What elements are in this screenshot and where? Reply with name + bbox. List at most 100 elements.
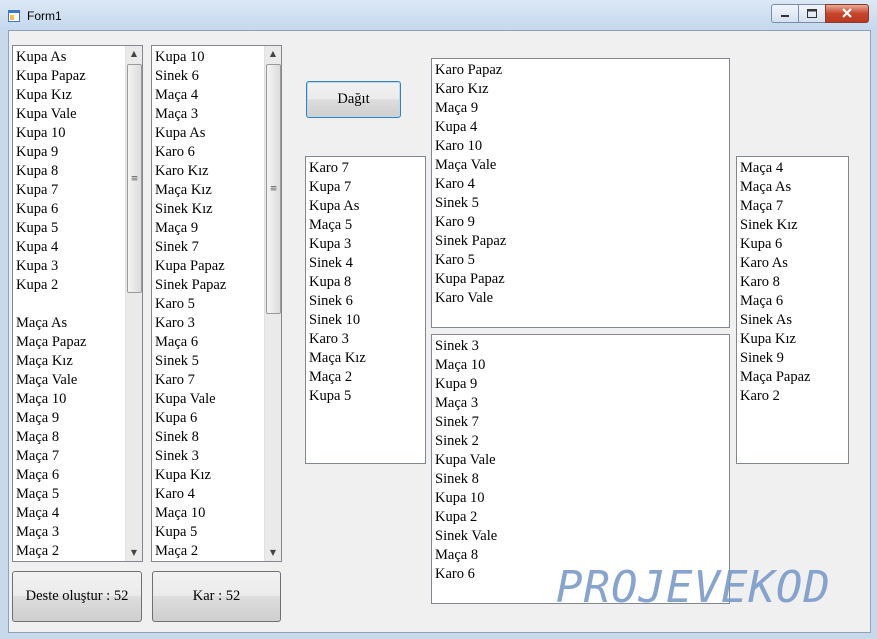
- player-left-card[interactable]: Maça Kız: [309, 349, 425, 368]
- close-button[interactable]: [825, 4, 869, 23]
- deal-button[interactable]: Dağıt: [306, 81, 401, 118]
- player-bottom-card[interactable]: Maça 3: [435, 394, 729, 413]
- player-right-card[interactable]: Karo 2: [740, 387, 848, 406]
- deck-list-item[interactable]: Maça 4: [16, 504, 142, 523]
- player-right-card[interactable]: Maça As: [740, 178, 848, 197]
- player-left-card[interactable]: Kupa As: [309, 197, 425, 216]
- shuffled-list-item[interactable]: Maça 9: [155, 219, 281, 238]
- player-top-card[interactable]: Karo 5: [435, 251, 729, 270]
- shuffled-list-item[interactable]: Kupa Papaz: [155, 257, 281, 276]
- deck-list-item[interactable]: Kupa 6: [16, 200, 142, 219]
- scroll-down-arrow-icon[interactable]: ▼: [265, 545, 281, 561]
- deck-list-item[interactable]: [16, 295, 142, 314]
- deck-list-item[interactable]: Kupa 7: [16, 181, 142, 200]
- deck-list-item[interactable]: Maça 9: [16, 409, 142, 428]
- player-bottom-card[interactable]: Kupa Vale: [435, 451, 729, 470]
- player-left-card[interactable]: Sinek 10: [309, 311, 425, 330]
- deck-list-item[interactable]: Maça 5: [16, 485, 142, 504]
- player-top-card[interactable]: Sinek Papaz: [435, 232, 729, 251]
- player-top-card[interactable]: Karo 4: [435, 175, 729, 194]
- player-left-card[interactable]: Kupa 3: [309, 235, 425, 254]
- shuffled-list-item[interactable]: Sinek 7: [155, 238, 281, 257]
- shuffled-list-item[interactable]: Kupa 5: [155, 523, 281, 542]
- player-left-card[interactable]: Karo 3: [309, 330, 425, 349]
- player-right-card[interactable]: Sinek Kız: [740, 216, 848, 235]
- shuffled-list-item[interactable]: Karo 7: [155, 371, 281, 390]
- player-top-card[interactable]: Karo Vale: [435, 289, 729, 308]
- shuffled-list-item[interactable]: Maça 3: [155, 105, 281, 124]
- shuffled-list-item[interactable]: Sinek Papaz: [155, 276, 281, 295]
- shuffled-list-item[interactable]: Kupa 6: [155, 409, 281, 428]
- player-bottom-card[interactable]: Kupa 9: [435, 375, 729, 394]
- shuffled-listbox[interactable]: Kupa 10 Sinek 6 Maça 4 Maça 3 Kupa As Karo 6K…: [151, 45, 282, 562]
- deck-list-item[interactable]: Maça Papaz: [16, 333, 142, 352]
- player-left-card[interactable]: Karo 7: [309, 159, 425, 178]
- deck-list-item[interactable]: Maça Vale: [16, 371, 142, 390]
- shuffled-list-item[interactable]: Maça 10: [155, 504, 281, 523]
- maximize-button[interactable]: [798, 4, 825, 23]
- player-top-listbox[interactable]: Karo Papaz Karo Kız Maça 9 Kupa 4 Karo 10 Maç…: [431, 58, 730, 328]
- player-right-listbox[interactable]: Maça 4 Maça As Maça 7 Sinek Kız Kupa 6 Karo A…: [736, 156, 849, 464]
- shuffled-scrollbar[interactable]: ▲ ≡ ▼: [264, 46, 281, 561]
- deck-list-item[interactable]: Maça Kız: [16, 352, 142, 371]
- player-top-card[interactable]: Kupa 4: [435, 118, 729, 137]
- shuffled-list-item[interactable]: Sinek Kız: [155, 200, 281, 219]
- player-top-card[interactable]: Karo 9: [435, 213, 729, 232]
- deck-list-item[interactable]: Kupa Papaz: [16, 67, 142, 86]
- scroll-thumb[interactable]: ≡: [127, 64, 142, 293]
- player-top-card[interactable]: Karo Papaz: [435, 61, 729, 80]
- shuffled-list-item[interactable]: Kupa Kız: [155, 466, 281, 485]
- player-bottom-card[interactable]: Kupa 2: [435, 508, 729, 527]
- scroll-down-arrow-icon[interactable]: ▼: [126, 545, 142, 561]
- deck-list-item[interactable]: Kupa Kız: [16, 86, 142, 105]
- player-left-card[interactable]: Kupa 5: [309, 387, 425, 406]
- deck-list-item[interactable]: Kupa 9: [16, 143, 142, 162]
- scroll-thumb[interactable]: ≡: [266, 64, 281, 314]
- shuffled-list-item[interactable]: Kupa As: [155, 124, 281, 143]
- player-right-card[interactable]: Maça 7: [740, 197, 848, 216]
- player-top-card[interactable]: Kupa Papaz: [435, 270, 729, 289]
- deck-list-item[interactable]: Maça 10: [16, 390, 142, 409]
- player-bottom-card[interactable]: Maça 10: [435, 356, 729, 375]
- player-bottom-card[interactable]: Sinek 2: [435, 432, 729, 451]
- player-left-card[interactable]: Maça 5: [309, 216, 425, 235]
- player-top-card[interactable]: Karo 10: [435, 137, 729, 156]
- player-left-card[interactable]: Sinek 6: [309, 292, 425, 311]
- player-bottom-card[interactable]: Sinek Vale: [435, 527, 729, 546]
- player-top-card[interactable]: Maça 9: [435, 99, 729, 118]
- deck-list-item[interactable]: Maça As: [16, 314, 142, 333]
- create-deck-button[interactable]: Deste oluştur : 52: [12, 571, 142, 622]
- player-right-card[interactable]: Karo As: [740, 254, 848, 273]
- deck-scrollbar[interactable]: ▲ ≡ ▼: [125, 46, 142, 561]
- player-left-card[interactable]: Kupa 7: [309, 178, 425, 197]
- deck-list-item[interactable]: Kupa 8: [16, 162, 142, 181]
- player-bottom-card[interactable]: Sinek 7: [435, 413, 729, 432]
- deck-list-item[interactable]: Kupa 5: [16, 219, 142, 238]
- player-top-card[interactable]: Karo Kız: [435, 80, 729, 99]
- deck-list-item[interactable]: Kupa 3: [16, 257, 142, 276]
- player-right-card[interactable]: Maça 4: [740, 159, 848, 178]
- player-right-card[interactable]: Sinek 9: [740, 349, 848, 368]
- title-bar[interactable]: Form1: [0, 0, 877, 30]
- player-top-card[interactable]: Maça Vale: [435, 156, 729, 175]
- shuffled-list-item[interactable]: Sinek 8: [155, 428, 281, 447]
- player-right-card[interactable]: Kupa Kız: [740, 330, 848, 349]
- shuffled-list-item[interactable]: Maça 2: [155, 542, 281, 561]
- player-bottom-card[interactable]: Sinek 3: [435, 337, 729, 356]
- deck-list-item[interactable]: Maça 3: [16, 523, 142, 542]
- player-bottom-card[interactable]: Kupa 10: [435, 489, 729, 508]
- scroll-up-arrow-icon[interactable]: ▲: [126, 46, 142, 62]
- deck-list-item[interactable]: Kupa As: [16, 48, 142, 67]
- player-right-card[interactable]: Maça Papaz: [740, 368, 848, 387]
- shuffled-list-item[interactable]: Karo 5: [155, 295, 281, 314]
- player-right-card[interactable]: Karo 8: [740, 273, 848, 292]
- shuffled-list-item[interactable]: Maça Kız: [155, 181, 281, 200]
- deck-list-item[interactable]: Kupa 4: [16, 238, 142, 257]
- player-right-card[interactable]: Sinek As: [740, 311, 848, 330]
- shuffled-list-item[interactable]: Kupa 10: [155, 48, 281, 67]
- shuffled-list-item[interactable]: Karo 4: [155, 485, 281, 504]
- player-right-card[interactable]: Maça 6: [740, 292, 848, 311]
- deck-list-item[interactable]: Maça 8: [16, 428, 142, 447]
- deck-list-item[interactable]: Kupa Vale: [16, 105, 142, 124]
- deck-list-item[interactable]: Maça 7: [16, 447, 142, 466]
